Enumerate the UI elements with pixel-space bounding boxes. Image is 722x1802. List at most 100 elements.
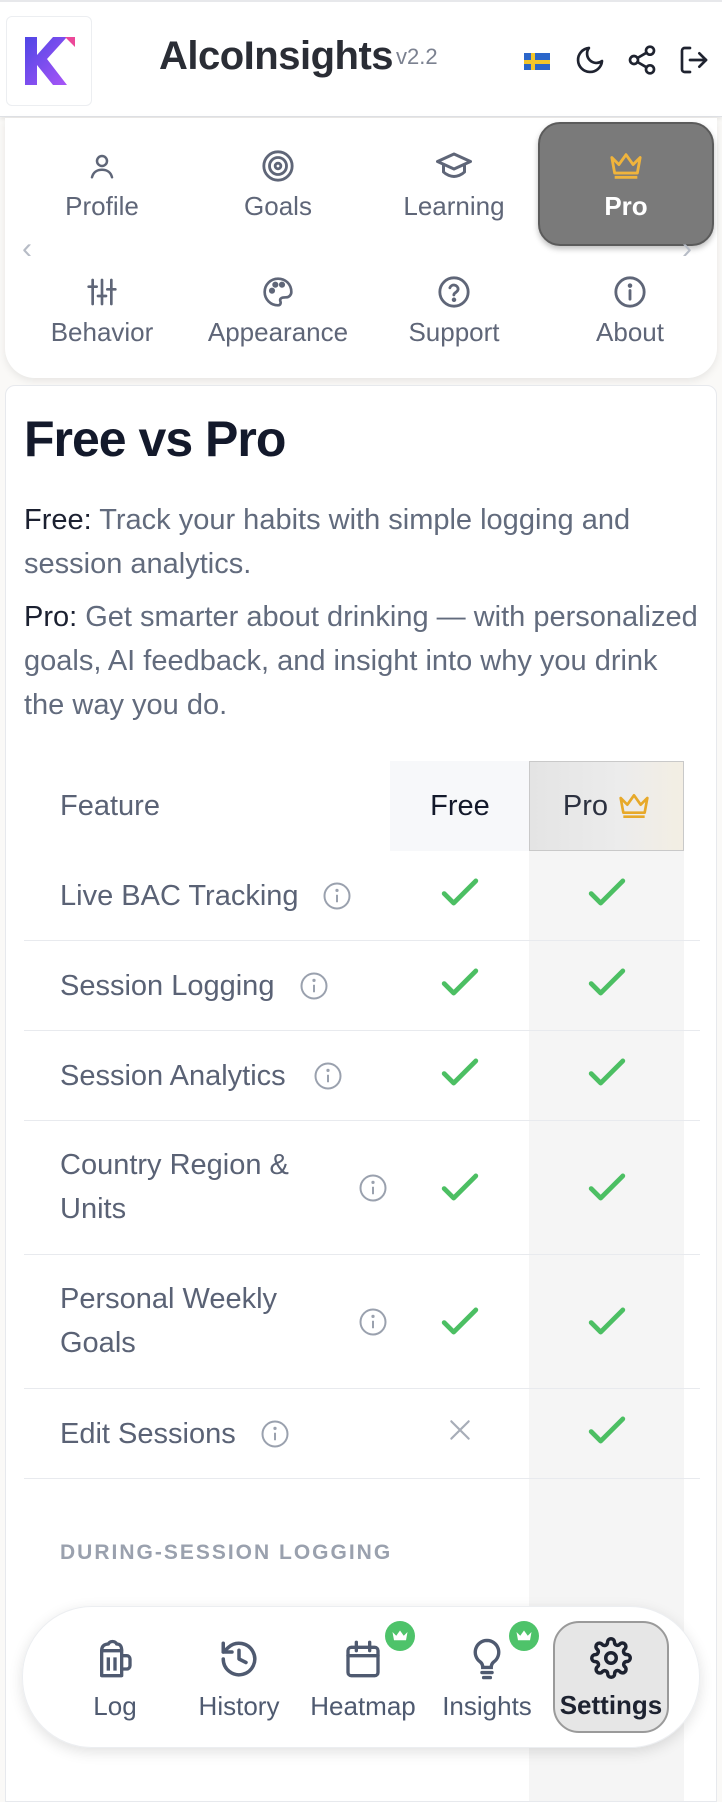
tab-label: Goals: [244, 190, 312, 221]
tab-label: About: [596, 316, 664, 347]
free-label: Free:: [24, 504, 92, 536]
nav-label: Insights: [442, 1690, 532, 1721]
bottom-navigation: Log History Heatmap Insights Settings: [22, 1606, 700, 1748]
logo-k-icon: [25, 37, 75, 85]
tab-label: Behavior: [50, 316, 154, 347]
target-icon: [261, 147, 295, 185]
pro-badge-icon: [509, 1621, 539, 1651]
feature-name: Session Analytics: [60, 1060, 286, 1092]
pro-description: Pro: Get smarter about drinking — with p…: [24, 595, 704, 727]
settings-tabs: Profile Goals Learning Pro Behavior Appe…: [5, 118, 717, 378]
feature-column-header: Feature: [60, 789, 160, 822]
table-row: Country Region & Units: [24, 1121, 700, 1255]
tab-pro[interactable]: Pro: [538, 122, 714, 246]
info-icon[interactable]: [322, 881, 352, 916]
pro-comparison-card: Free vs Pro Free: Track your habits with…: [5, 385, 717, 1802]
info-icon[interactable]: [260, 1419, 290, 1454]
tab-label: Learning: [403, 190, 505, 221]
feature-name: Live BAC Tracking: [60, 880, 299, 912]
feature-name: Country Region & Units: [60, 1143, 289, 1231]
tab-label: Support: [408, 316, 500, 347]
nav-label: Log: [93, 1690, 137, 1721]
pro-header-text: Pro: [562, 789, 609, 822]
pro-check-icon: [529, 1056, 684, 1088]
info-icon[interactable]: [358, 1173, 388, 1208]
pro-check-icon: [529, 876, 684, 908]
free-check-icon: [390, 876, 530, 908]
feature-name-line: Personal Weekly: [60, 1283, 278, 1315]
pro-check-icon: [529, 1171, 684, 1203]
nav-label: Heatmap: [310, 1690, 416, 1721]
feature-name: Personal Weekly Goals: [60, 1277, 277, 1365]
tab-behavior[interactable]: Behavior: [17, 254, 187, 366]
pro-check-icon: [529, 1414, 684, 1446]
info-icon[interactable]: [299, 971, 329, 1006]
pro-badge-icon: [385, 1621, 415, 1651]
gear-icon: [590, 1634, 632, 1682]
app-header: AlcoInsights v2.2: [0, 0, 722, 117]
tab-about[interactable]: About: [545, 254, 715, 366]
sliders-icon: [86, 273, 118, 311]
feature-name: Edit Sessions: [60, 1418, 236, 1450]
scroll-left-icon[interactable]: ‹: [22, 232, 32, 266]
calendar-icon: [343, 1635, 383, 1683]
free-check-icon: [390, 1305, 530, 1337]
info-icon: [613, 273, 647, 311]
graduation-cap-icon: [436, 147, 472, 185]
feature-name-line: Country Region &: [60, 1149, 289, 1181]
crown-icon: [609, 147, 643, 185]
table-row: Session Logging: [24, 941, 700, 1031]
tab-label: Pro: [604, 190, 648, 221]
history-icon: [218, 1635, 260, 1683]
app-logo[interactable]: [6, 16, 92, 106]
tab-profile[interactable]: Profile: [17, 128, 187, 240]
help-icon: [437, 273, 471, 311]
pro-text: Get smarter about drinking — with person…: [24, 601, 698, 721]
feature-name-line: Goals: [60, 1327, 136, 1359]
free-check-icon: [390, 1056, 530, 1088]
pro-check-icon: [529, 1305, 684, 1337]
nav-history[interactable]: History: [177, 1607, 301, 1749]
tab-goals[interactable]: Goals: [193, 128, 363, 240]
free-column-header: Free: [430, 789, 490, 822]
free-cross-icon: [390, 1417, 530, 1443]
scroll-right-icon[interactable]: ›: [682, 232, 692, 266]
nav-label: Settings: [559, 1689, 663, 1720]
logout-icon[interactable]: [676, 42, 712, 78]
tab-label: Appearance: [207, 316, 349, 347]
free-description: Free: Track your habits with simple logg…: [24, 498, 704, 586]
nav-label: History: [198, 1690, 280, 1721]
table-row: Live BAC Tracking: [24, 851, 700, 941]
beer-mug-icon: [95, 1635, 135, 1683]
app-title: AlcoInsights: [159, 34, 394, 78]
free-check-icon: [390, 1171, 530, 1203]
tab-appearance[interactable]: Appearance: [193, 254, 363, 366]
feature-name-line: Units: [60, 1193, 127, 1225]
page-title: Free vs Pro: [24, 411, 286, 467]
nav-settings[interactable]: Settings: [553, 1621, 669, 1733]
sweden-flag-icon[interactable]: [524, 53, 550, 70]
table-row: Personal Weekly Goals: [24, 1255, 700, 1389]
user-icon: [87, 147, 117, 185]
pro-label: Pro:: [24, 601, 78, 633]
info-icon[interactable]: [313, 1061, 343, 1096]
tab-learning[interactable]: Learning: [369, 128, 539, 240]
table-row: Session Analytics: [24, 1031, 700, 1121]
moon-icon[interactable]: [572, 42, 608, 78]
app-version: v2.2: [396, 44, 438, 69]
share-icon[interactable]: [624, 42, 660, 78]
crown-icon: [619, 793, 649, 818]
table-row: Edit Sessions: [24, 1389, 700, 1479]
pro-check-icon: [529, 966, 684, 998]
nav-heatmap[interactable]: Heatmap: [301, 1607, 425, 1749]
lightbulb-icon: [470, 1635, 504, 1683]
nav-log[interactable]: Log: [53, 1607, 177, 1749]
section-heading: DURING-SESSION LOGGING: [60, 1541, 393, 1564]
feature-name: Session Logging: [60, 970, 275, 1002]
free-check-icon: [390, 966, 530, 998]
free-text: Track your habits with simple logging an…: [24, 504, 631, 580]
tab-support[interactable]: Support: [369, 254, 539, 366]
pro-column-header-label: Pro: [529, 761, 684, 851]
info-icon[interactable]: [358, 1307, 388, 1342]
nav-insights[interactable]: Insights: [425, 1607, 549, 1749]
